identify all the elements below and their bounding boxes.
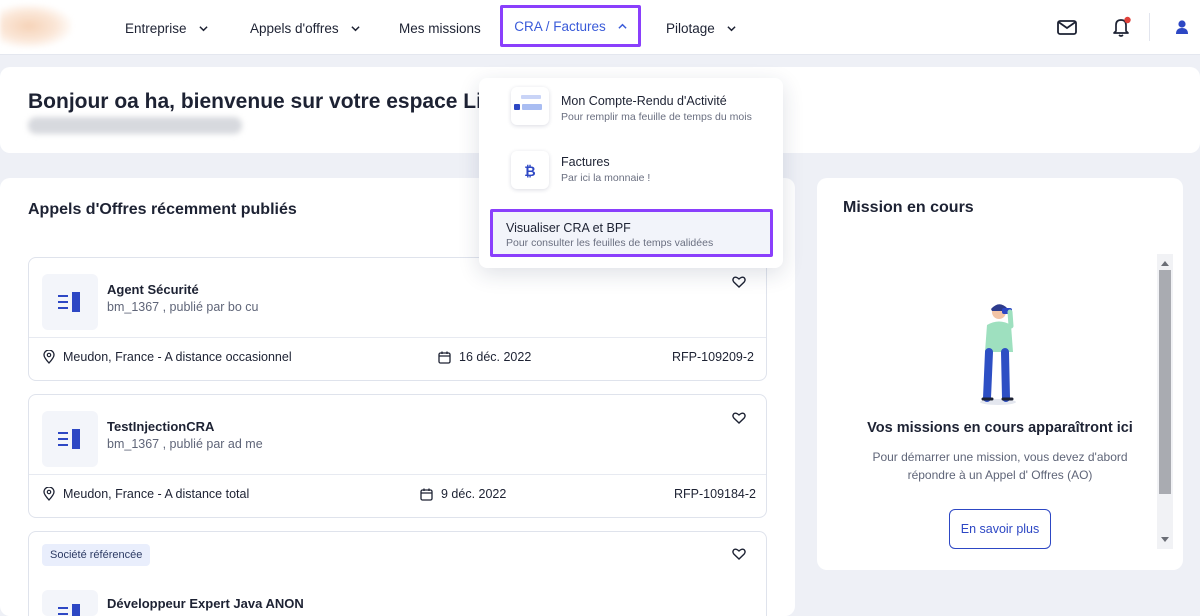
offer-date-text: 16 déc. 2022 (459, 350, 532, 364)
nav-mes-missions-label: Mes missions (399, 20, 481, 36)
referenced-company-badge: Société référencée (42, 544, 151, 566)
offer-location: Meudon, France - A distance total (43, 487, 249, 501)
menu-item-compte-rendu-subtitle: Pour remplir ma feuille de temps du mois (561, 111, 752, 123)
scroll-down-icon[interactable] (1157, 533, 1173, 547)
empty-missions-title: Vos missions en cours apparaîtront ici (867, 420, 1133, 436)
offer-location: Meudon, France - A distance occasionnel (43, 350, 292, 364)
card-divider (29, 337, 766, 338)
scroll-up-icon[interactable] (1157, 256, 1173, 270)
nav-pilotage-label: Pilotage (666, 20, 715, 36)
heart-icon[interactable] (732, 275, 746, 289)
nav-mes-missions[interactable]: Mes missions (399, 14, 481, 42)
svg-text:₿: ₿ (524, 164, 535, 180)
welcome-subtitle-redacted (28, 117, 242, 134)
chevron-down-icon (727, 25, 736, 31)
bitcoin-icon: ₿ (511, 151, 549, 189)
chevron-down-icon (351, 25, 360, 31)
chevron-down-icon (198, 25, 208, 31)
offer-reference-text: RFP-109184-2 (674, 487, 756, 501)
welcome-title: Bonjour oa ha, bienvenue sur votre espac… (28, 90, 502, 113)
offer-subtitle: bm_1367 , publié par bo cu (107, 300, 259, 314)
menu-item-visualiser-label[interactable]: Visualiser CRA et BPF (506, 221, 631, 235)
bell-icon[interactable] (1108, 14, 1134, 40)
offer-subtitle: bm_1367 , publié par ad me (107, 437, 263, 451)
chevron-up-icon (618, 23, 627, 29)
offer-reference: RFP-109184-2 (674, 487, 756, 501)
mission-title: Mission en cours (843, 199, 974, 216)
nav-appels-offres-label: Appels d'offres (250, 20, 339, 36)
calendar-icon (438, 351, 451, 364)
company-logo[interactable] (0, 4, 72, 48)
timesheet-icon (511, 87, 549, 125)
empty-missions-text: Pour démarrer une mission, vous devez d'… (872, 450, 1128, 482)
calendar-icon (420, 488, 433, 501)
menu-item-factures[interactable]: Factures (561, 155, 610, 169)
nav-cra-factures[interactable]: CRA / Factures (500, 5, 641, 47)
menu-item-visualiser-subtitle: Pour consulter les feuilles de temps val… (506, 237, 714, 249)
card-divider (29, 474, 766, 475)
nav-appels-offres[interactable]: Appels d'offres (250, 14, 360, 42)
offer-reference: RFP-109209-2 (672, 350, 754, 364)
offer-title: TestInjectionCRA (107, 419, 215, 434)
document-icon (42, 411, 98, 467)
menu-item-compte-rendu[interactable]: Mon Compte-Rendu d'Activité (561, 94, 727, 108)
offer-title: Développeur Expert Java ANON (107, 596, 304, 611)
offers-title: Appels d'Offres récemment publiés (28, 201, 297, 218)
mail-icon[interactable] (1054, 14, 1080, 40)
nav-pilotage[interactable]: Pilotage (666, 14, 736, 42)
nav-entreprise-label: Entreprise (125, 20, 187, 36)
offer-location-text: Meudon, France - A distance occasionnel (63, 350, 292, 364)
nav-cra-factures-label: CRA / Factures (514, 18, 606, 34)
offer-date-text: 9 déc. 2022 (441, 487, 507, 501)
nav-entreprise[interactable]: Entreprise (125, 14, 208, 42)
person-binoculars-illustration (980, 304, 1016, 405)
document-icon (42, 274, 98, 330)
document-icon (42, 590, 98, 616)
heart-icon[interactable] (732, 547, 746, 561)
offer-date: 9 déc. 2022 (420, 487, 506, 501)
offer-reference-text: RFP-109209-2 (672, 350, 754, 364)
offer-date: 16 déc. 2022 (438, 350, 531, 364)
location-pin-icon (43, 487, 55, 501)
menu-item-factures-subtitle: Par ici la monnaie ! (561, 172, 651, 184)
offer-location-text: Meudon, France - A distance total (63, 487, 250, 501)
nav-divider (1149, 13, 1150, 41)
user-icon[interactable] (1169, 14, 1195, 40)
scrollbar-thumb[interactable] (1159, 270, 1171, 494)
heart-icon[interactable] (732, 411, 746, 425)
offer-title: Agent Sécurité (107, 282, 199, 297)
location-pin-icon (43, 350, 55, 364)
learn-more-button[interactable]: En savoir plus (949, 509, 1051, 549)
